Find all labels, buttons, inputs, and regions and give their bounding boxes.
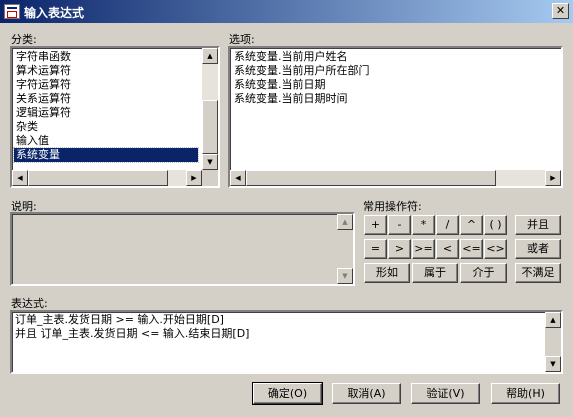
op-parens-button[interactable]: ( ) <box>484 215 507 235</box>
op-minus-button[interactable]: - <box>388 215 411 235</box>
category-item-selected[interactable]: 系统变量 <box>13 147 199 163</box>
option-item[interactable]: 系统变量.当前用户姓名 <box>232 50 350 64</box>
op-not-equal-button[interactable]: <> <box>484 239 507 259</box>
option-item[interactable]: 系统变量.当前日期时间 <box>232 92 350 106</box>
category-listbox[interactable]: 字符串函数 算术运算符 字符运算符 关系运算符 逻辑运算符 杂类 输入值 系统变… <box>10 46 220 188</box>
close-icon[interactable]: ✕ <box>552 3 569 19</box>
category-item[interactable]: 关系运算符 <box>14 92 73 106</box>
op-multiply-button[interactable]: * <box>412 215 435 235</box>
op-greater-button[interactable]: > <box>388 239 411 259</box>
op-greater-equal-button[interactable]: >= <box>412 239 435 259</box>
op-equal-button[interactable]: = <box>364 239 387 259</box>
op-between-button[interactable]: 介于 <box>460 263 507 283</box>
help-button[interactable]: 帮助(H) <box>491 383 560 404</box>
category-item[interactable]: 字符运算符 <box>14 78 73 92</box>
category-hscrollbar[interactable]: ◀ ▶ <box>12 170 202 186</box>
op-power-button[interactable]: ^ <box>460 215 483 235</box>
logic-and-button[interactable]: 并且 <box>515 215 561 235</box>
logic-not-button[interactable]: 不满足 <box>515 263 561 283</box>
category-item[interactable]: 算术运算符 <box>14 64 73 78</box>
options-listbox[interactable]: 系统变量.当前用户姓名 系统变量.当前用户所在部门 系统变量.当前日期 系统变量… <box>228 46 563 188</box>
scroll-down-icon[interactable]: ▼ <box>337 268 353 284</box>
category-item[interactable]: 逻辑运算符 <box>14 106 73 120</box>
verify-button[interactable]: 验证(V) <box>411 383 480 404</box>
description-box: ▲ ▼ <box>10 212 355 286</box>
logic-or-button[interactable]: 或者 <box>515 239 561 259</box>
scroll-up-icon[interactable]: ▲ <box>545 312 561 328</box>
app-icon <box>4 4 20 19</box>
title-bar: 输入表达式 ✕ <box>0 0 573 23</box>
op-divide-button[interactable]: / <box>436 215 459 235</box>
category-item[interactable]: 杂类 <box>14 120 40 134</box>
op-plus-button[interactable]: + <box>364 215 387 235</box>
category-item[interactable]: 输入值 <box>14 134 51 148</box>
options-hscrollbar[interactable]: ◀ ▶ <box>230 170 561 186</box>
scroll-thumb[interactable] <box>202 100 218 154</box>
category-vscrollbar[interactable]: ▲ ▼ <box>202 48 218 170</box>
op-less-button[interactable]: < <box>436 239 459 259</box>
cancel-button[interactable]: 取消(A) <box>332 383 401 404</box>
scroll-down-icon[interactable]: ▼ <box>202 154 218 170</box>
scroll-right-icon[interactable]: ▶ <box>186 170 202 186</box>
expression-vscrollbar[interactable]: ▲ ▼ <box>545 312 561 372</box>
op-like-button[interactable]: 形如 <box>364 263 410 283</box>
scroll-thumb[interactable] <box>28 170 168 186</box>
window-title: 输入表达式 <box>24 6 85 20</box>
scroll-corner <box>202 170 218 186</box>
option-item[interactable]: 系统变量.当前日期 <box>232 78 328 92</box>
ok-button[interactable]: 确定(O) <box>252 382 323 405</box>
scroll-left-icon[interactable]: ◀ <box>12 170 28 186</box>
scroll-down-icon[interactable]: ▼ <box>545 356 561 372</box>
expression-line: 并且 订单_主表.发货日期 <= 输入.结束日期[D] <box>15 327 250 340</box>
options-label: 选项: <box>229 33 255 46</box>
expression-label: 表达式: <box>11 297 48 310</box>
expression-line: 订单_主表.发货日期 >= 输入.开始日期[D] <box>15 313 224 326</box>
option-item[interactable]: 系统变量.当前用户所在部门 <box>232 64 372 78</box>
scroll-up-icon[interactable]: ▲ <box>337 214 353 230</box>
op-in-button[interactable]: 属于 <box>412 263 458 283</box>
category-label: 分类: <box>11 33 37 46</box>
expression-textarea[interactable]: 订单_主表.发货日期 >= 输入.开始日期[D] 并且 订单_主表.发货日期 <… <box>10 310 563 374</box>
op-less-equal-button[interactable]: <= <box>460 239 483 259</box>
description-vscrollbar[interactable]: ▲ ▼ <box>337 214 353 284</box>
scroll-left-icon[interactable]: ◀ <box>230 170 246 186</box>
scroll-right-icon[interactable]: ▶ <box>545 170 561 186</box>
operators-label: 常用操作符: <box>363 200 422 213</box>
category-item[interactable]: 字符串函数 <box>14 50 73 64</box>
scroll-thumb[interactable] <box>246 170 496 186</box>
scroll-up-icon[interactable]: ▲ <box>202 48 218 64</box>
